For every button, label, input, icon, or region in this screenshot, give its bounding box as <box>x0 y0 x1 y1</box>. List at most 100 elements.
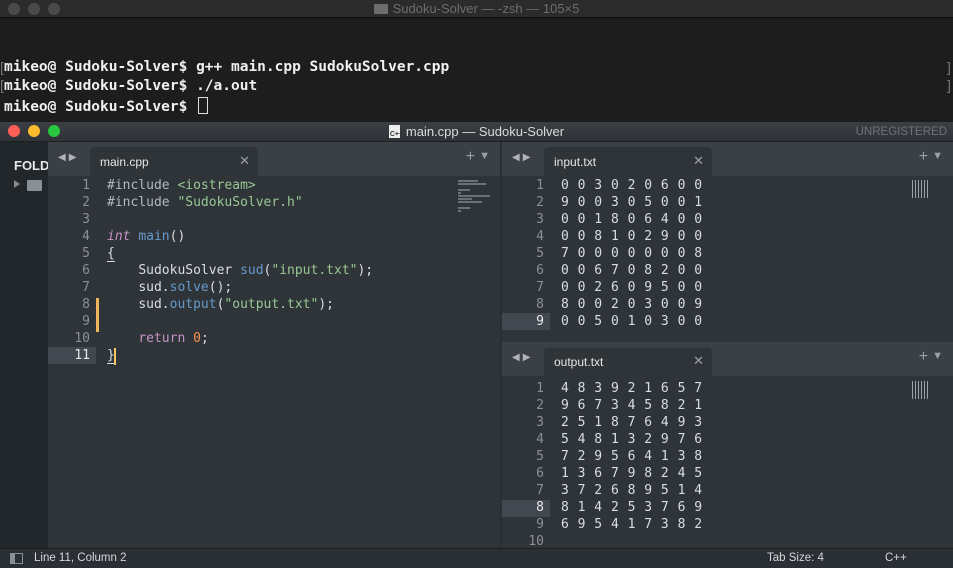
line-number: 9 <box>536 517 544 532</box>
terminal-line: mikeo@ Sudoku-Solver$ ./a.out <box>4 78 257 94</box>
tab-size-setting[interactable]: Tab Size: 4 <box>767 552 824 564</box>
minimap-line <box>458 186 466 188</box>
code-line[interactable]: int main() <box>107 229 185 244</box>
folder-icon[interactable] <box>27 180 42 191</box>
text-line[interactable]: 0 0 3 0 2 0 6 0 0 <box>561 178 703 193</box>
punctuation: . <box>161 297 170 312</box>
include-header: <iostream> <box>177 178 256 193</box>
text-line[interactable]: 0 0 1 8 0 6 4 0 0 <box>561 212 703 227</box>
editor-title: C++ main.cpp — Sudoku-Solver <box>0 124 953 139</box>
line-number: 4 <box>536 432 544 447</box>
string-literal: "input.txt" <box>271 263 358 278</box>
minimap[interactable] <box>912 180 928 198</box>
new-tab-button[interactable]: + ▼ <box>466 148 490 166</box>
minimap-line <box>458 210 461 212</box>
editor-window: C++ main.cpp — Sudoku-Solver UNREGISTERED… <box>0 122 953 568</box>
line-number: 1 <box>536 178 544 193</box>
terminal-title: Sudoku-Solver — -zsh — 105×5 <box>0 1 953 16</box>
text-line[interactable]: 8 1 4 2 5 3 7 6 9 <box>561 500 703 515</box>
line-number: 4 <box>536 229 544 244</box>
line-number: 6 <box>536 263 544 278</box>
punctuation: ); <box>318 297 334 312</box>
method-name: solve <box>169 280 209 295</box>
chevron-down-icon[interactable]: ▼ <box>479 150 490 162</box>
terminal-cursor <box>198 97 209 114</box>
line-number: 6 <box>536 466 544 481</box>
tab-nav-arrows-icon[interactable]: ◀▶ <box>58 152 79 163</box>
minimap[interactable] <box>458 180 492 213</box>
editor-title-text: main.cpp — Sudoku-Solver <box>405 124 565 139</box>
text-line[interactable]: 0 0 5 0 1 0 3 0 0 <box>561 314 703 329</box>
disclosure-arrow-icon[interactable] <box>14 180 20 188</box>
text-line[interactable]: 8 0 0 2 0 3 0 0 9 <box>561 297 703 312</box>
tab-nav-arrows-icon[interactable]: ◀▶ <box>512 352 533 363</box>
text-line[interactable]: 0 0 2 6 0 9 5 0 0 <box>561 280 703 295</box>
cursor-position: Line 11, Column 2 <box>34 552 127 564</box>
new-tab-button[interactable]: + ▼ <box>919 348 943 366</box>
tab-label: input.txt <box>554 155 597 169</box>
text-line[interactable]: 2 5 1 8 7 6 4 9 3 <box>561 415 703 430</box>
terminal-line: mikeo@ Sudoku-Solver$ g++ main.cpp Sudok… <box>4 59 449 75</box>
text-line[interactable]: 3 7 2 6 8 9 5 1 4 <box>561 483 703 498</box>
code-line[interactable]: SudokuSolver sud("input.txt"); <box>107 263 373 278</box>
terminal-title-text: Sudoku-Solver — -zsh — 105×5 <box>392 1 580 16</box>
line-number: 1 <box>82 178 90 193</box>
chevron-down-icon[interactable]: ▼ <box>932 150 943 162</box>
close-tab-icon[interactable]: ✕ <box>239 153 250 169</box>
unregistered-label: UNREGISTERED <box>855 126 947 138</box>
code-line[interactable]: #include <iostream> <box>107 178 256 193</box>
type-keyword: int <box>107 229 131 244</box>
code-line[interactable]: return 0; <box>107 331 208 346</box>
editor-titlebar: C++ main.cpp — Sudoku-Solver UNREGISTERED <box>0 122 953 142</box>
text-line[interactable]: 4 8 3 9 2 1 6 5 7 <box>561 381 703 396</box>
text-line[interactable]: 0 0 8 1 0 2 9 0 0 <box>561 229 703 244</box>
punctuation: . <box>161 280 170 295</box>
folders-label: FOLD <box>14 158 50 173</box>
text-line[interactable]: 1 3 6 7 9 8 2 4 5 <box>561 466 703 481</box>
code-line[interactable]: sud.solve(); <box>107 280 232 295</box>
minimap[interactable] <box>912 381 928 399</box>
code-line[interactable]: #include "SudokuSolver.h" <box>107 195 303 210</box>
text-line[interactable]: 6 9 5 4 1 7 3 8 2 <box>561 517 703 532</box>
syntax-selector[interactable]: C++ <box>885 552 907 564</box>
bracket-mark: ] <box>947 59 951 75</box>
status-bar: Line 11, Column 2 Tab Size: 4 C++ <box>0 548 953 568</box>
shell-command: ./a.out <box>196 78 258 94</box>
minimap-line <box>458 201 482 203</box>
code-line[interactable]: sud.output("output.txt"); <box>107 297 334 312</box>
tab-output-txt[interactable]: output.txt ✕ <box>544 348 712 376</box>
code-line[interactable]: { <box>107 246 115 262</box>
chevron-down-icon[interactable]: ▼ <box>932 350 943 362</box>
minimap-line <box>458 183 486 185</box>
text-line[interactable]: 5 4 8 1 3 2 9 7 6 <box>561 432 703 447</box>
input-txt-pane: ◀▶ input.txt ✕ + ▼ 1 2 3 4 5 6 7 8 9 0 0 3 0 2 0 … <box>502 142 953 342</box>
text-line[interactable]: 7 2 9 5 6 4 1 3 8 <box>561 449 703 464</box>
preprocessor-directive: #include <box>107 195 170 210</box>
line-number: 7 <box>82 280 90 295</box>
close-tab-icon[interactable]: ✕ <box>693 353 704 369</box>
text-line[interactable]: 9 6 7 3 4 5 8 2 1 <box>561 398 703 413</box>
line-number: 3 <box>536 212 544 227</box>
tab-label: output.txt <box>554 355 604 369</box>
text-line[interactable]: 7 0 0 0 0 0 0 0 8 <box>561 246 703 261</box>
minimap-line <box>458 180 478 182</box>
text-line[interactable]: 9 0 0 3 0 5 0 0 1 <box>561 195 703 210</box>
tab-bar: ◀▶ main.cpp ✕ + ▼ <box>48 142 500 176</box>
terminal-titlebar: Sudoku-Solver — -zsh — 105×5 <box>0 0 953 18</box>
close-tab-icon[interactable]: ✕ <box>693 153 704 169</box>
line-number: 3 <box>82 212 90 227</box>
folder-icon <box>373 4 388 14</box>
tab-nav-arrows-icon[interactable]: ◀▶ <box>512 152 533 163</box>
line-number: 9 <box>82 314 90 329</box>
include-header: "SudokuSolver.h" <box>177 195 303 210</box>
text-line[interactable]: 0 0 6 7 0 8 2 0 0 <box>561 263 703 278</box>
line-number: 5 <box>82 246 90 261</box>
tab-input-txt[interactable]: input.txt ✕ <box>544 147 712 176</box>
punctuation: ); <box>357 263 374 278</box>
new-tab-button[interactable]: + ▼ <box>919 148 943 166</box>
tab-main-cpp[interactable]: main.cpp ✕ <box>90 147 258 176</box>
terminal-window: Sudoku-Solver — -zsh — 105×5 [ [ ] ] mik… <box>0 0 953 122</box>
number-literal: 0 <box>193 331 201 346</box>
sidebar-toggle-icon[interactable] <box>10 553 23 564</box>
terminal-line[interactable]: mikeo@ Sudoku-Solver$ <box>4 97 209 115</box>
